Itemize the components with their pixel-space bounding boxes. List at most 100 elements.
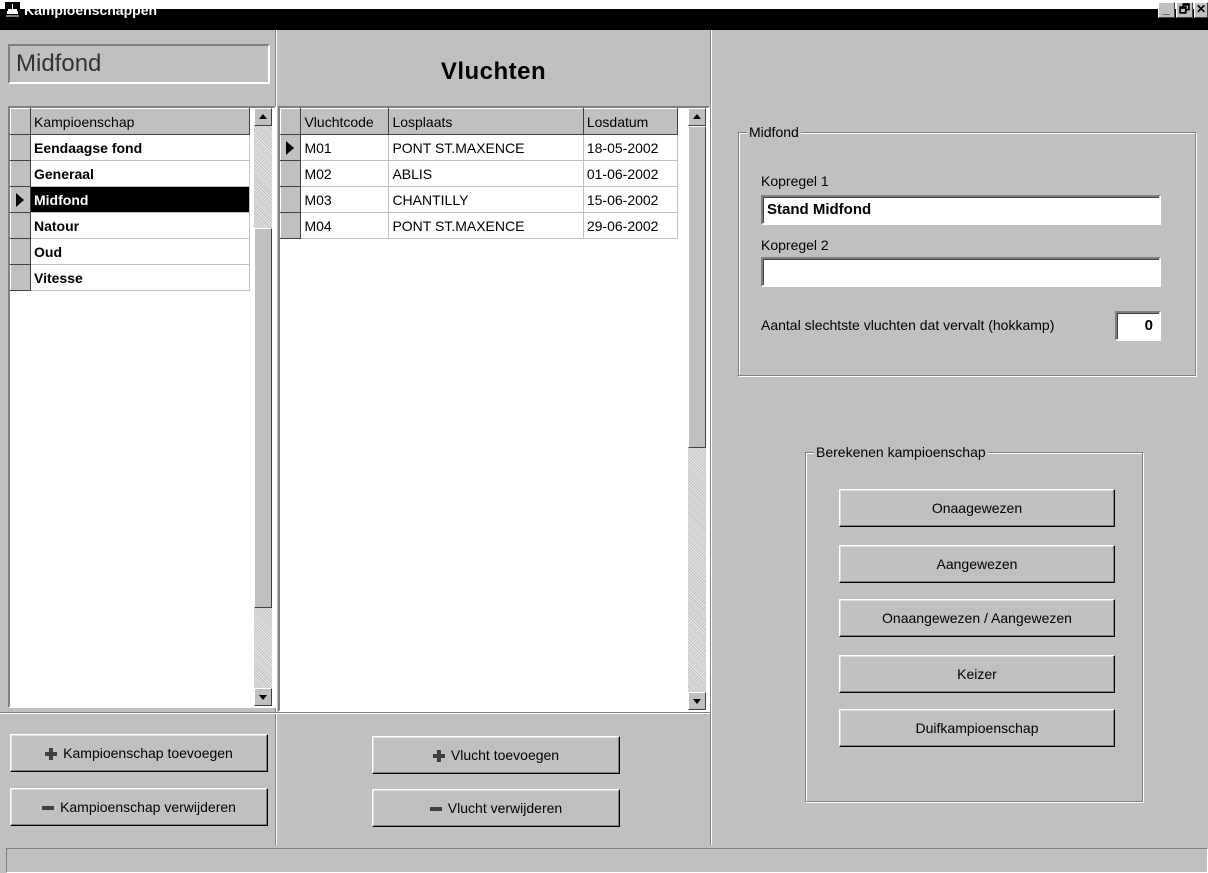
- championship-cell[interactable]: Midfond: [30, 186, 250, 213]
- plus-icon: [432, 750, 445, 763]
- plus-icon: [45, 748, 58, 761]
- flight-place-cell[interactable]: PONT ST.MAXENCE: [388, 134, 584, 161]
- championship-scrollbar[interactable]: [254, 108, 272, 706]
- table-row[interactable]: M04 PONT ST.MAXENCE 29-06-2002: [279, 212, 679, 239]
- row-indicator: [279, 212, 302, 239]
- flights-scrollbar[interactable]: [688, 108, 706, 710]
- add-flight-button[interactable]: Vlucht toevoegen: [372, 736, 620, 774]
- table-row[interactable]: Eendaagse fond: [10, 134, 250, 161]
- row-indicator: [10, 160, 31, 187]
- flight-place-cell[interactable]: CHANTILLY: [388, 186, 584, 213]
- aangewezen-button[interactable]: Aangewezen: [839, 545, 1115, 583]
- row-indicator: [10, 238, 31, 265]
- kopregel2-field[interactable]: [761, 257, 1161, 287]
- keizer-button[interactable]: Keizer: [839, 655, 1115, 693]
- column-header-kampioenschap[interactable]: Kampioenschap: [30, 108, 250, 135]
- flight-code-cell[interactable]: M03: [300, 186, 390, 213]
- onaangewezen-button[interactable]: Onaagewezen: [839, 489, 1115, 527]
- scroll-up-button[interactable]: [688, 108, 706, 126]
- kopregel1-field[interactable]: Stand Midfond: [761, 195, 1161, 225]
- column-header-vluchtcode[interactable]: Vluchtcode: [300, 108, 390, 135]
- minus-icon: [42, 806, 55, 811]
- column-header-losplaats[interactable]: Losplaats: [388, 108, 584, 135]
- add-championship-label: Kampioenschap toevoegen: [63, 745, 233, 761]
- row-indicator: [10, 212, 31, 239]
- flights-panel-title: Vluchten: [440, 58, 547, 85]
- table-row[interactable]: M02 ABLIS 01-06-2002: [279, 160, 679, 187]
- duifkampioenschap-button[interactable]: Duifkampioenschap: [839, 709, 1115, 747]
- calculate-group: Berekenen kampioenschap Onaagewezen Aang…: [805, 443, 1143, 802]
- window-title: Kampioenschappen: [24, 2, 158, 18]
- remove-flight-label: Vlucht verwijderen: [447, 800, 563, 816]
- table-row[interactable]: Natour: [10, 212, 250, 239]
- scroll-thumb[interactable]: [254, 228, 272, 608]
- minimize-button[interactable]: _: [1158, 2, 1175, 18]
- row-pointer-icon: [16, 193, 24, 207]
- table-row-selected[interactable]: Midfond: [10, 186, 250, 213]
- kopregel2-label: Kopregel 2: [761, 237, 829, 253]
- scroll-thumb[interactable]: [688, 126, 706, 448]
- championship-cell[interactable]: Natour: [30, 212, 250, 239]
- title-bar: Kampioenschappen _ 🗗 ✕: [0, 0, 1208, 30]
- championship-cell[interactable]: Oud: [30, 238, 250, 265]
- add-championship-button[interactable]: Kampioenschap toevoegen: [10, 734, 268, 772]
- row-indicator: [279, 160, 302, 187]
- row-indicator: [279, 134, 302, 161]
- championship-settings-group: Midfond Kopregel 1 Stand Midfond Koprege…: [738, 123, 1196, 376]
- row-indicator: [10, 264, 31, 291]
- scroll-down-button[interactable]: [254, 688, 272, 706]
- close-button[interactable]: ✕: [1194, 2, 1208, 18]
- maximize-button[interactable]: 🗗: [1176, 2, 1193, 18]
- column-header-losdatum[interactable]: Losdatum: [582, 108, 679, 135]
- table-row[interactable]: Vitesse: [10, 264, 250, 291]
- onaangewezen-aangewezen-button[interactable]: Onaangewezen / Aangewezen: [839, 599, 1115, 637]
- settings-group-title: Midfond: [747, 123, 801, 141]
- current-championship-name: Midfond: [8, 44, 270, 84]
- flight-date-cell[interactable]: 15-06-2002: [583, 186, 679, 213]
- flight-code-cell[interactable]: M04: [300, 212, 390, 239]
- grid-indicator-header: [279, 108, 302, 135]
- table-row[interactable]: M03 CHANTILLY 15-06-2002: [279, 186, 679, 213]
- chevron-down-icon: [259, 695, 267, 700]
- table-row[interactable]: Generaal: [10, 160, 250, 187]
- right-panel-divider: [710, 30, 712, 845]
- status-bar: [6, 848, 1208, 873]
- championship-cell[interactable]: Vitesse: [30, 264, 250, 291]
- championship-cell[interactable]: Generaal: [30, 160, 250, 187]
- client-area: Midfond Kampioenschap Eendaagse fond Gen…: [0, 30, 1208, 873]
- row-pointer-icon: [286, 141, 294, 155]
- add-flight-label: Vlucht toevoegen: [450, 747, 560, 763]
- flight-code-cell[interactable]: M01: [300, 134, 390, 161]
- flight-place-cell[interactable]: PONT ST.MAXENCE: [388, 212, 584, 239]
- calculate-group-title: Berekenen kampioenschap: [814, 443, 988, 461]
- chevron-down-icon: [693, 699, 701, 704]
- scroll-down-button[interactable]: [688, 692, 706, 710]
- title-bar-strip: [0, 9, 1208, 30]
- row-indicator: [10, 134, 31, 161]
- flight-date-cell[interactable]: 29-06-2002: [583, 212, 679, 239]
- remove-flight-button[interactable]: Vlucht verwijderen: [372, 789, 620, 827]
- table-row[interactable]: Oud: [10, 238, 250, 265]
- table-row[interactable]: M01 PONT ST.MAXENCE 18-05-2002: [279, 134, 679, 161]
- minus-icon: [429, 807, 442, 812]
- flights-grid[interactable]: Vluchtcode Losplaats Losdatum M01 PONT S…: [278, 106, 710, 712]
- app-icon: [5, 2, 20, 18]
- flight-place-cell[interactable]: ABLIS: [388, 160, 584, 187]
- flights-table: Vluchtcode Losplaats Losdatum M01 PONT S…: [279, 108, 679, 239]
- grid-indicator-header: [10, 108, 31, 135]
- remove-championship-label: Kampioenschap verwijderen: [60, 799, 236, 815]
- row-indicator: [279, 186, 302, 213]
- flight-code-cell[interactable]: M02: [300, 160, 390, 187]
- championship-table: Kampioenschap Eendaagse fond Generaal Mi…: [10, 108, 250, 291]
- chevron-up-icon: [259, 114, 267, 119]
- flight-date-cell[interactable]: 18-05-2002: [583, 134, 679, 161]
- scroll-up-button[interactable]: [254, 108, 272, 126]
- aantal-field[interactable]: 0: [1115, 311, 1161, 341]
- flight-date-cell[interactable]: 01-06-2002: [583, 160, 679, 187]
- button-area-divider: [0, 712, 710, 714]
- kopregel1-label: Kopregel 1: [761, 173, 829, 189]
- remove-championship-button[interactable]: Kampioenschap verwijderen: [10, 788, 268, 826]
- championship-grid[interactable]: Kampioenschap Eendaagse fond Generaal Mi…: [8, 106, 276, 708]
- current-championship-text: Midfond: [16, 50, 102, 77]
- championship-cell[interactable]: Eendaagse fond: [30, 134, 250, 161]
